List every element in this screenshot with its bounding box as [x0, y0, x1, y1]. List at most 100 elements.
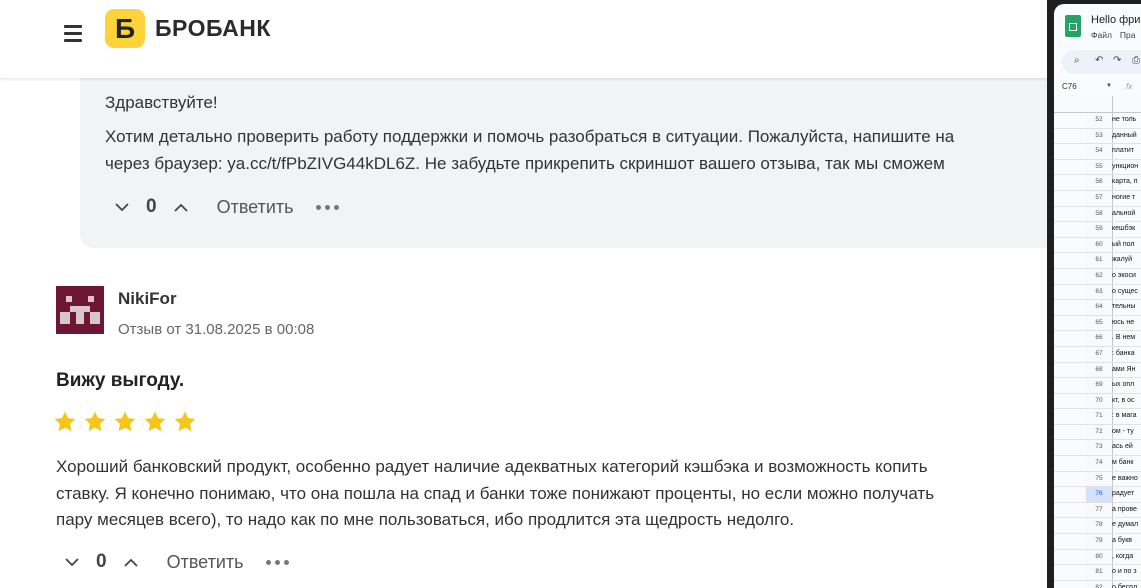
row-number[interactable]: 65: [1086, 315, 1113, 331]
sheet-row[interactable]: 82 о беспл: [1054, 580, 1141, 588]
row-number[interactable]: 68: [1086, 362, 1113, 378]
sheet-cell[interactable]: ых опл: [1112, 378, 1134, 392]
row-number[interactable]: 72: [1086, 424, 1113, 440]
sheet-row[interactable]: 73 ась ей: [1054, 440, 1141, 457]
menu-item-edit[interactable]: Пра: [1120, 30, 1136, 40]
sheet-cell[interactable]: м банк: [1112, 456, 1133, 470]
row-number[interactable]: 73: [1086, 440, 1113, 456]
search-icon[interactable]: ⌕: [1074, 55, 1080, 66]
sheet-cell[interactable]: кешбэк: [1112, 222, 1135, 236]
sheet-row[interactable]: 56 карта, п: [1054, 175, 1141, 191]
sheet-cell[interactable]: юсь не: [1112, 316, 1134, 330]
sheet-row[interactable]: 54 платит: [1054, 144, 1141, 160]
row-number[interactable]: 58: [1086, 206, 1113, 222]
sheet-cell[interactable]: платит: [1112, 144, 1134, 158]
sheet-row[interactable]: 65 юсь не: [1054, 315, 1141, 332]
sheet-cell[interactable]: е важно: [1112, 472, 1138, 486]
undo-icon[interactable]: ↶: [1095, 55, 1103, 66]
sheet-row[interactable]: 63 о сущес: [1054, 284, 1141, 301]
sheet-cell[interactable]: не толь: [1112, 113, 1136, 127]
sheet-row[interactable]: 69 ых опл: [1054, 378, 1141, 394]
sheet-row[interactable]: 68 ами Ян: [1054, 362, 1141, 379]
sheet-cell[interactable]: радует: [1112, 487, 1134, 501]
sheet-cell[interactable]: : в мага: [1112, 409, 1137, 423]
sheet-cell[interactable]: о и по з: [1112, 565, 1137, 579]
row-number[interactable]: 59: [1086, 222, 1113, 237]
row-number[interactable]: 57: [1086, 190, 1113, 206]
vote-up-icon[interactable]: [121, 552, 141, 572]
row-number[interactable]: 64: [1086, 300, 1113, 315]
name-box[interactable]: C76: [1062, 82, 1077, 91]
sheet-cell[interactable]: ногие т: [1112, 191, 1135, 205]
row-number[interactable]: 74: [1086, 456, 1113, 471]
row-number[interactable]: 54: [1086, 144, 1113, 159]
row-number[interactable]: 66: [1086, 331, 1113, 346]
row-number[interactable]: 70: [1086, 393, 1113, 409]
row-number[interactable]: 56: [1086, 175, 1113, 190]
menu-item-file[interactable]: Файл: [1091, 30, 1112, 40]
print-icon[interactable]: ⎙: [1132, 55, 1140, 66]
sheet-cell[interactable]: . В нем: [1112, 331, 1135, 345]
row-number[interactable]: 77: [1086, 502, 1113, 518]
row-number[interactable]: 79: [1086, 534, 1113, 549]
row-number[interactable]: 80: [1086, 549, 1113, 565]
sheet-row[interactable]: 57 ногие т: [1054, 190, 1141, 207]
row-number[interactable]: 60: [1086, 237, 1113, 253]
sheet-row[interactable]: 81 о и по з: [1054, 565, 1141, 581]
sheets-logo-icon[interactable]: [1065, 15, 1081, 37]
sheet-row[interactable]: 62 о экоси: [1054, 268, 1141, 285]
chevron-down-icon[interactable]: ▼: [1106, 83, 1112, 89]
row-number[interactable]: 75: [1086, 471, 1113, 487]
sheet-cell[interactable]: жалуй: [1112, 253, 1132, 267]
reply-button[interactable]: Ответить: [167, 552, 244, 573]
sheet-row[interactable]: 72 ом - ту: [1054, 424, 1141, 441]
row-number[interactable]: 52: [1086, 113, 1113, 128]
row-number[interactable]: 81: [1086, 565, 1113, 580]
logo-icon[interactable]: Б: [105, 9, 145, 48]
sheet-cell[interactable]: ась ей: [1112, 440, 1133, 454]
sheet-row[interactable]: 70 кт, в ос: [1054, 393, 1141, 410]
sheet-cell[interactable]: о сущес: [1112, 285, 1138, 299]
sheet-cell[interactable]: ый пол: [1112, 238, 1135, 252]
sheet-cell[interactable]: ункцион: [1112, 160, 1138, 174]
row-number[interactable]: 82: [1086, 580, 1113, 588]
sheet-row[interactable]: 59 кешбэк: [1054, 222, 1141, 238]
sheet-row[interactable]: 60 ый пол: [1054, 237, 1141, 254]
sheet-row[interactable]: 75 е важно: [1054, 471, 1141, 488]
sheet-row[interactable]: 71: в мага: [1054, 409, 1141, 425]
sheet-row[interactable]: 58 альной: [1054, 206, 1141, 223]
more-options-icon[interactable]: [265, 559, 289, 565]
sheet-row[interactable]: 78 е думал: [1054, 518, 1141, 535]
sheet-cell[interactable]: альной: [1112, 207, 1135, 221]
sheet-row[interactable]: 79 а букв: [1054, 534, 1141, 550]
sheet-row[interactable]: 53 данный: [1054, 128, 1141, 145]
sheet-row[interactable]: 77 а прове: [1054, 502, 1141, 519]
sheet-row[interactable]: 74 м банк: [1054, 456, 1141, 472]
sheet-cell[interactable]: о экоси: [1112, 269, 1136, 283]
sheet-row[interactable]: 55 ункцион: [1054, 159, 1141, 176]
menu-icon[interactable]: [64, 24, 84, 42]
sheet-row[interactable]: 66. В нем: [1054, 331, 1141, 347]
sheet-cell[interactable]: а прове: [1112, 503, 1137, 517]
sheet-cell[interactable]: о беспл: [1112, 581, 1137, 588]
vote-down-icon[interactable]: [62, 552, 82, 572]
row-number[interactable]: 78: [1086, 518, 1113, 534]
reply-button[interactable]: Ответить: [217, 197, 294, 218]
row-number[interactable]: 53: [1086, 128, 1113, 144]
row-number[interactable]: 67: [1086, 346, 1113, 362]
row-number[interactable]: 62: [1086, 268, 1113, 284]
sheet-cell[interactable]: данный: [1112, 129, 1137, 143]
row-number[interactable]: 55: [1086, 159, 1113, 175]
sheet-cell[interactable]: а букв: [1112, 534, 1132, 548]
sheet-cell[interactable]: е думал: [1112, 518, 1138, 532]
row-number[interactable]: 69: [1086, 378, 1113, 393]
sheet-row[interactable]: 52 не толь: [1054, 113, 1141, 129]
sheet-row[interactable]: 64 тельны: [1054, 300, 1141, 316]
redo-icon[interactable]: ↷: [1113, 55, 1121, 66]
sheet-grid[interactable]: 52 не толь 53 данный 54 платит 55 ункцион 56 карт…: [1054, 96, 1141, 588]
vote-down-icon[interactable]: [112, 197, 132, 217]
sheet-cell[interactable]: тельны: [1112, 300, 1135, 314]
sheet-cell[interactable]: ами Ян: [1112, 363, 1135, 377]
sheet-row[interactable]: 76 радует: [1054, 487, 1141, 503]
sheet-cell[interactable]: карта, п: [1112, 175, 1138, 189]
